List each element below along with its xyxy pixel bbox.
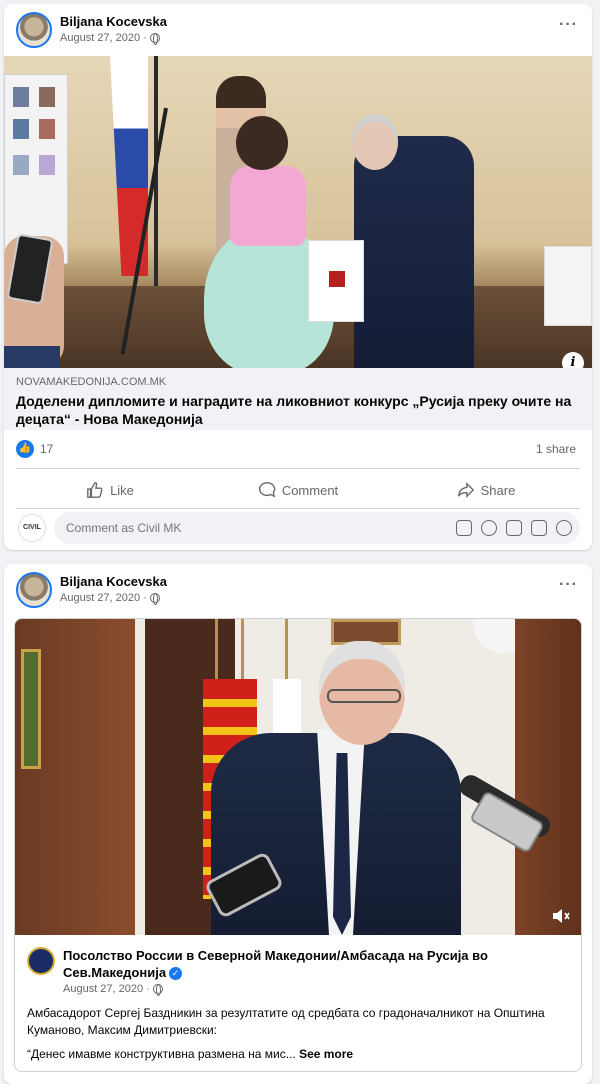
page-name[interactable]: Посолство России в Северной Македонии/Ам…	[63, 947, 563, 981]
mute-icon[interactable]	[551, 907, 571, 925]
like-reaction-icon: 👍	[16, 440, 34, 458]
shared-post[interactable]: Посолство России в Северной Македонии/Ам…	[14, 618, 582, 1072]
author-name[interactable]: Biljana Kocevska	[60, 574, 167, 589]
action-bar: Like Comment Share	[16, 474, 580, 506]
post-card: Biljana Kocevska August 27, 2020 · ···	[4, 4, 592, 550]
post-meta: August 27, 2020 ·	[60, 592, 160, 605]
more-options-button[interactable]: ···	[559, 576, 578, 594]
author-avatar[interactable]	[16, 12, 52, 48]
shared-post-excerpt: “Денес имавме конструктивна размена на м…	[27, 1047, 354, 1061]
globe-icon	[149, 593, 160, 605]
post-header: Biljana Kocevska August 27, 2020 · ···	[4, 564, 592, 614]
author-name[interactable]: Biljana Kocevska	[60, 14, 167, 29]
gif-icon[interactable]	[531, 520, 547, 536]
post-date[interactable]: August 27, 2020	[60, 592, 140, 604]
more-options-button[interactable]: ···	[559, 16, 578, 34]
share-icon	[457, 482, 474, 498]
page-avatar[interactable]	[27, 947, 55, 975]
post-meta: August 27, 2020 ·	[60, 32, 160, 45]
like-label: Like	[110, 482, 134, 498]
globe-icon	[149, 33, 160, 45]
link-preview[interactable]: NOVAMAKEDONIJA.COM.MK Доделени дипломите…	[4, 368, 592, 430]
post-date[interactable]: August 27, 2020	[60, 32, 140, 44]
comment-composer: CIVIL	[16, 512, 580, 544]
like-button[interactable]: Like	[16, 474, 204, 506]
comment-tools	[456, 520, 572, 536]
divider	[16, 508, 580, 509]
post-image[interactable]: i	[4, 56, 592, 368]
shared-post-body: Посолство России в Северной Македонии/Ам…	[15, 935, 581, 1071]
divider	[16, 468, 580, 469]
commenter-avatar[interactable]: CIVIL	[18, 514, 46, 542]
shared-post-date[interactable]: August 27, 2020	[63, 983, 143, 995]
comment-icon	[258, 482, 276, 498]
verified-badge-icon: ✓	[169, 967, 183, 981]
thumbs-up-icon	[87, 482, 103, 498]
reactions-summary[interactable]: 👍 17	[16, 440, 53, 458]
shared-post-meta: August 27, 2020 ·	[63, 983, 163, 996]
share-label: Share	[480, 482, 516, 498]
dot-separator: ·	[143, 32, 147, 44]
author-avatar[interactable]	[16, 572, 52, 608]
globe-icon	[152, 984, 163, 996]
camera-icon[interactable]	[506, 520, 522, 536]
share-count[interactable]: 1 share	[536, 442, 576, 456]
post-header: Biljana Kocevska August 27, 2020 · ···	[4, 4, 592, 54]
dot-separator: ·	[143, 592, 147, 604]
link-title: Доделени дипломите и наградите на ликовн…	[16, 393, 572, 427]
link-domain: NOVAMAKEDONIJA.COM.MK	[16, 376, 167, 388]
info-icon[interactable]: i	[562, 352, 584, 368]
comment-label: Comment	[281, 482, 339, 498]
emoji-icon[interactable]	[481, 520, 497, 536]
shared-video[interactable]	[15, 619, 581, 935]
gift-bag	[308, 240, 364, 322]
share-button[interactable]: Share	[392, 474, 580, 506]
avatar-sticker-icon[interactable]	[456, 520, 472, 536]
reaction-count: 17	[40, 442, 54, 456]
shared-post-text: Амбасадорот Сергеј Баздникин за резултат…	[27, 1006, 545, 1037]
see-more-link[interactable]: See more	[299, 1047, 353, 1061]
post-card: Biljana Kocevska August 27, 2020 · ···	[4, 564, 592, 1084]
comment-button[interactable]: Comment	[204, 474, 392, 506]
sticker-icon[interactable]	[556, 520, 572, 536]
